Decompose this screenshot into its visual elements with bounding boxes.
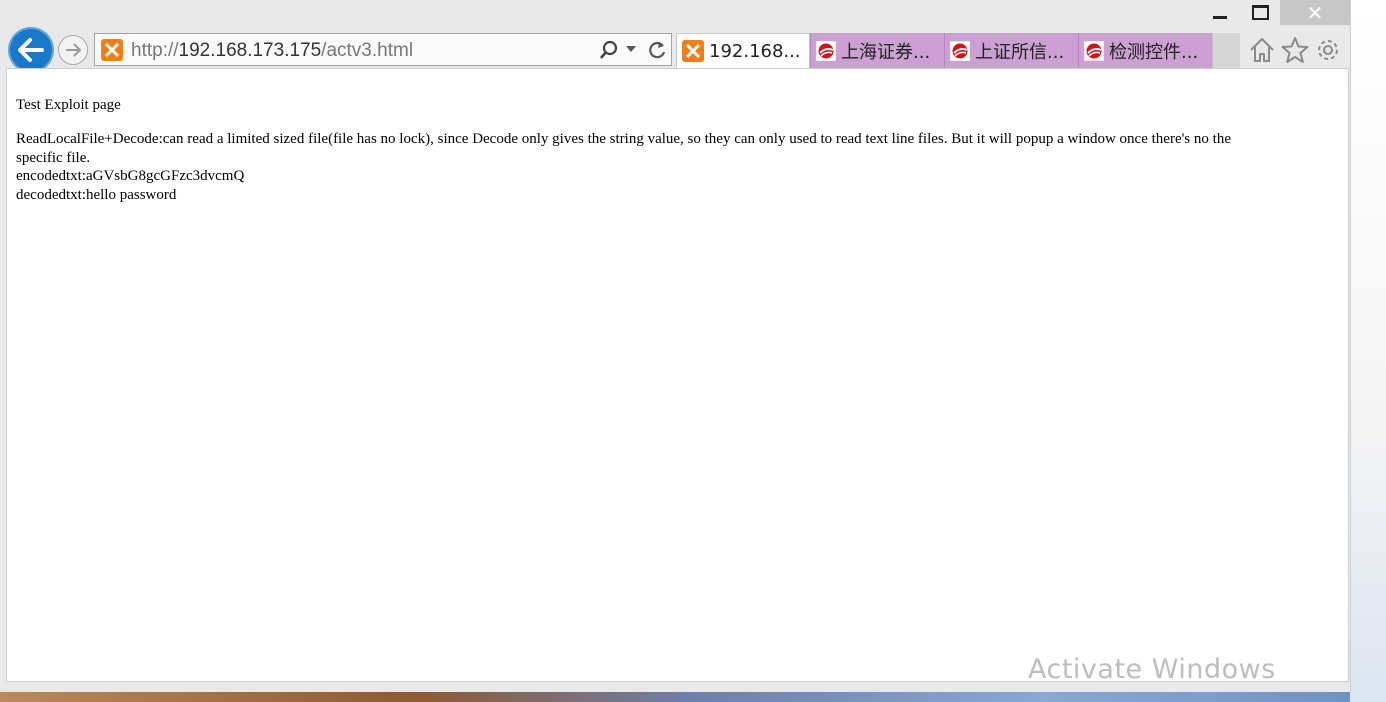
home-icon[interactable] xyxy=(1248,36,1276,64)
description-line-2: specific file. xyxy=(16,150,91,166)
search-icon[interactable] xyxy=(599,40,619,60)
sse-icon xyxy=(816,40,836,61)
tab-sse-3[interactable]: 检测控件... xyxy=(1078,33,1212,68)
desktop-background-right xyxy=(1350,0,1386,702)
gear-icon[interactable] xyxy=(1314,36,1342,64)
sse-icon xyxy=(950,40,970,61)
close-icon: ✕ xyxy=(1306,0,1324,25)
xampp-icon xyxy=(101,39,123,61)
close-window-button[interactable]: ✕ xyxy=(1280,0,1350,25)
tab-sse-1[interactable]: 上海证券... xyxy=(810,33,944,68)
tab-active[interactable]: 192.168... ✕ xyxy=(676,33,810,68)
xampp-icon xyxy=(682,40,704,62)
tab-sse-2[interactable]: 上证所信... xyxy=(944,33,1078,68)
page-heading: Test Exploit page xyxy=(16,97,121,113)
tab-label: 192.168... xyxy=(709,40,801,62)
encoded-text: encodedtxt:aGVsbG8gcGFzc3dvcmQ xyxy=(16,168,245,184)
new-tab-button[interactable] xyxy=(1212,33,1240,68)
browser-window: ✕ http://192.168.173.175/actv3.html 192.… xyxy=(0,0,1351,692)
arrow-left-icon xyxy=(18,38,44,62)
star-icon[interactable] xyxy=(1281,36,1309,64)
arrow-right-icon xyxy=(66,43,81,57)
url-host: 192.168.173.175 xyxy=(178,40,322,61)
decoded-text: decodedtxt:hello password xyxy=(16,187,177,203)
url-path: /actv3.html xyxy=(321,40,414,61)
sse-icon xyxy=(1084,40,1104,61)
tab-label: 上证所信... xyxy=(975,41,1065,63)
tab-label: 检测控件... xyxy=(1109,41,1199,63)
url-scheme: http:// xyxy=(131,40,179,61)
page-content: Test Exploit page ReadLocalFile+Decode:c… xyxy=(6,68,1349,682)
tab-label: 上海证券... xyxy=(841,41,931,63)
back-button[interactable] xyxy=(8,27,54,73)
address-bar[interactable]: http://192.168.173.175/actv3.html xyxy=(94,33,672,66)
activate-windows-watermark: Activate Windows xyxy=(1028,654,1276,685)
chevron-down-icon[interactable] xyxy=(626,46,636,54)
description-line-1: ReadLocalFile+Decode:can read a limited … xyxy=(16,131,1231,147)
forward-button[interactable] xyxy=(58,35,88,65)
refresh-icon[interactable] xyxy=(647,40,667,60)
url-text[interactable]: http://192.168.173.175/actv3.html xyxy=(131,40,413,62)
minimize-button[interactable] xyxy=(1200,0,1240,25)
maximize-button[interactable] xyxy=(1240,0,1280,25)
